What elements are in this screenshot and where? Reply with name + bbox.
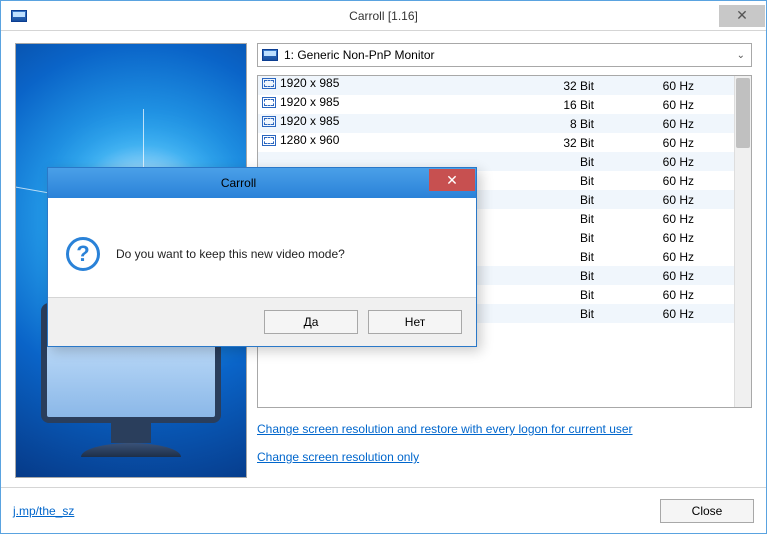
refresh-cell: 60 Hz — [614, 266, 734, 285]
dialog-buttons: Да Нет — [48, 298, 476, 346]
bitdepth-cell: Bit — [514, 152, 614, 171]
refresh-cell: 60 Hz — [614, 190, 734, 209]
table-row[interactable]: 1920 x 985 32 Bit60 Hz — [258, 76, 734, 95]
refresh-cell: 60 Hz — [614, 95, 734, 114]
monitor-select-label: 1: Generic Non-PnP Monitor — [284, 48, 435, 62]
refresh-cell: 60 Hz — [614, 304, 734, 323]
window-titlebar: Carroll [1.16] ✕ — [1, 1, 766, 31]
bitdepth-cell: Bit — [514, 247, 614, 266]
link-change-only[interactable]: Change screen resolution only — [257, 450, 752, 464]
chevron-down-icon: ⌄ — [737, 50, 745, 61]
refresh-cell: 60 Hz — [614, 76, 734, 95]
resolution-icon — [262, 78, 276, 89]
resolution-text: 1920 x 985 — [280, 114, 339, 128]
close-icon: ✕ — [736, 7, 748, 24]
bitdepth-cell: Bit — [514, 209, 614, 228]
resolution-cell: 1280 x 960 — [258, 133, 514, 147]
bitdepth-cell: 32 Bit — [514, 76, 614, 95]
yes-button[interactable]: Да — [264, 310, 358, 334]
dialog-titlebar: Carroll ✕ — [48, 168, 476, 198]
resolution-cell: 1920 x 985 — [258, 114, 514, 128]
monitor-select[interactable]: 1: Generic Non-PnP Monitor ⌄ — [257, 43, 752, 67]
bitdepth-cell: 32 Bit — [514, 133, 614, 152]
refresh-cell: 60 Hz — [614, 152, 734, 171]
close-button[interactable]: Close — [660, 499, 754, 523]
table-row[interactable]: 1920 x 985 8 Bit60 Hz — [258, 114, 734, 133]
resolution-text: 1920 x 985 — [280, 95, 339, 109]
bitdepth-cell: 8 Bit — [514, 114, 614, 133]
bitdepth-cell: Bit — [514, 228, 614, 247]
bitdepth-cell: 16 Bit — [514, 95, 614, 114]
bitdepth-cell: Bit — [514, 190, 614, 209]
scrollbar-thumb[interactable] — [736, 78, 750, 148]
resolution-icon — [262, 135, 276, 146]
refresh-cell: 60 Hz — [614, 285, 734, 304]
confirm-dialog: Carroll ✕ ? Do you want to keep this new… — [47, 167, 477, 347]
resolution-icon — [262, 116, 276, 127]
refresh-cell: 60 Hz — [614, 171, 734, 190]
bitdepth-cell: Bit — [514, 304, 614, 323]
bitdepth-cell: Bit — [514, 285, 614, 304]
action-links: Change screen resolution and restore wit… — [257, 422, 752, 478]
table-row[interactable]: 1920 x 985 16 Bit60 Hz — [258, 95, 734, 114]
bitdepth-cell: Bit — [514, 266, 614, 285]
resolution-text: 1280 x 960 — [280, 133, 339, 147]
bitdepth-cell: Bit — [514, 171, 614, 190]
dialog-message: Do you want to keep this new video mode? — [116, 247, 345, 261]
dialog-close-button[interactable]: ✕ — [429, 169, 475, 191]
footer-link[interactable]: j.mp/the_sz — [13, 504, 74, 518]
resolution-icon — [262, 97, 276, 108]
no-button[interactable]: Нет — [368, 310, 462, 334]
resolution-cell: 1920 x 985 — [258, 76, 514, 90]
resolution-cell: 1920 x 985 — [258, 95, 514, 109]
footer: j.mp/the_sz Close — [1, 487, 766, 533]
dialog-title: Carroll — [48, 176, 429, 190]
refresh-cell: 60 Hz — [614, 247, 734, 266]
monitor-icon — [262, 49, 278, 61]
dialog-body: ? Do you want to keep this new video mod… — [48, 198, 476, 298]
table-row[interactable]: 1280 x 960 32 Bit60 Hz — [258, 133, 734, 152]
refresh-cell: 60 Hz — [614, 228, 734, 247]
scrollbar[interactable] — [734, 76, 751, 407]
refresh-cell: 60 Hz — [614, 209, 734, 228]
window-close-button[interactable]: ✕ — [719, 5, 765, 27]
app-icon — [11, 10, 27, 22]
resolution-text: 1920 x 985 — [280, 76, 339, 90]
refresh-cell: 60 Hz — [614, 133, 734, 152]
link-change-restore-logon[interactable]: Change screen resolution and restore wit… — [257, 422, 752, 436]
question-icon: ? — [66, 237, 100, 271]
window-title: Carroll [1.16] — [349, 9, 418, 23]
refresh-cell: 60 Hz — [614, 114, 734, 133]
close-icon: ✕ — [446, 172, 458, 189]
